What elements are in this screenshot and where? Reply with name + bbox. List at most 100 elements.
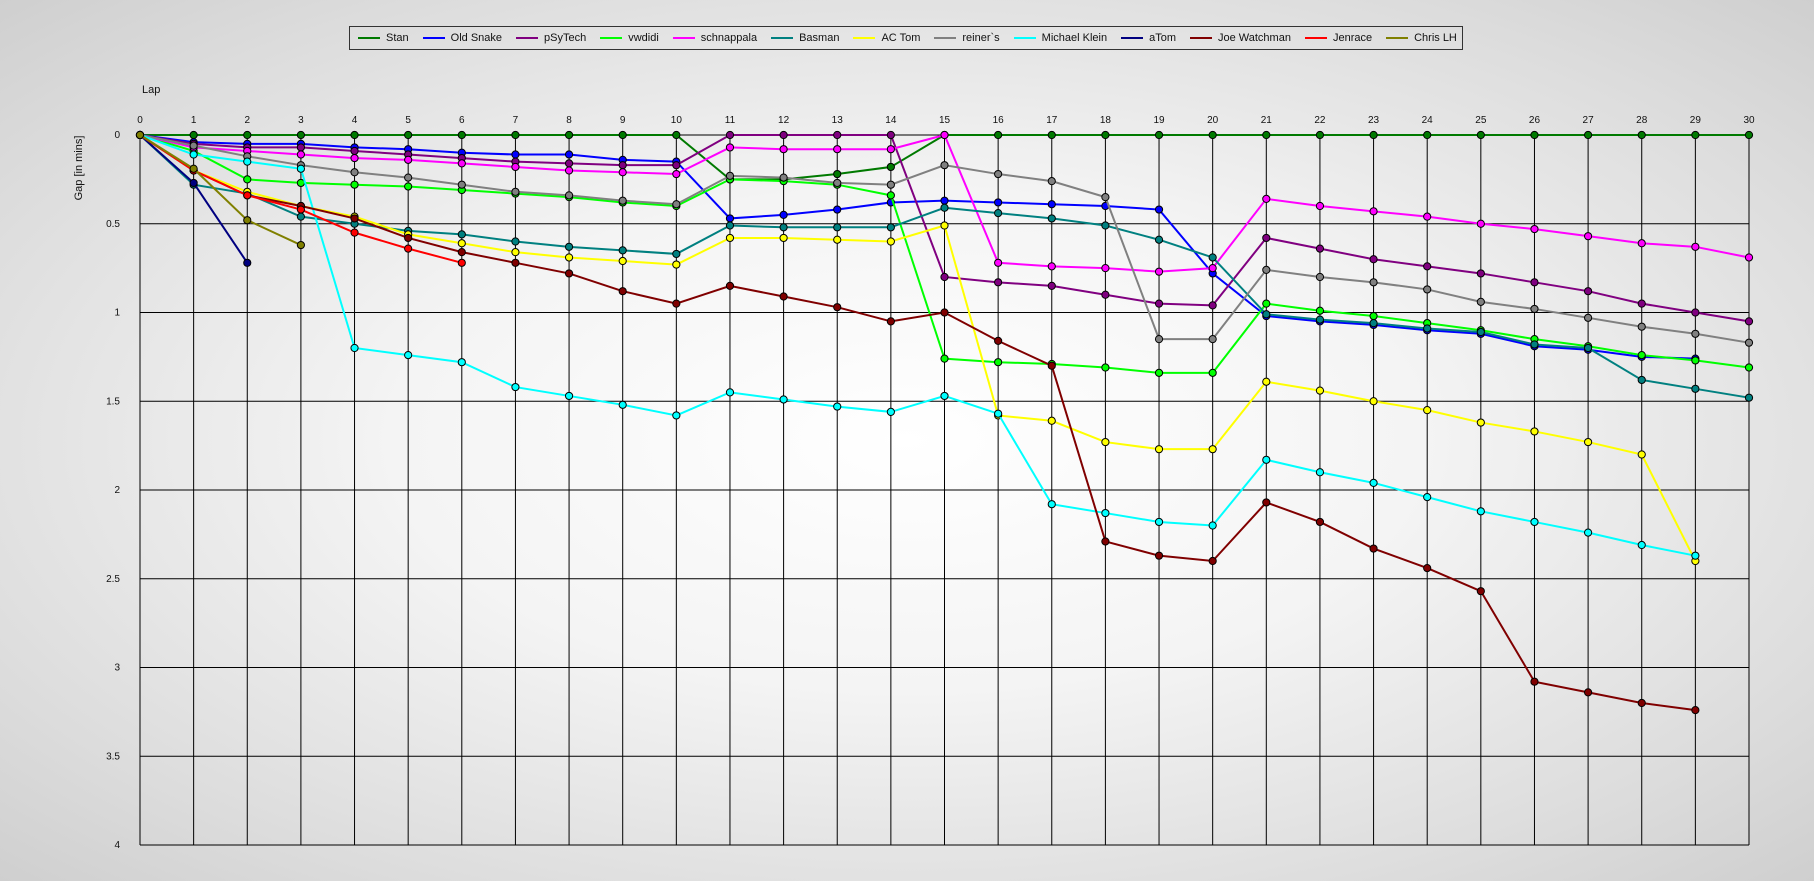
series-point-10 (350, 214, 359, 223)
series-point-10 (1154, 551, 1164, 560)
x-tick-label: 19 (1153, 115, 1165, 126)
series-point-7 (564, 191, 574, 200)
series-point-5 (833, 223, 842, 232)
series-point-7 (833, 178, 842, 188)
x-tick-label: 0 (137, 115, 143, 126)
series-point-10 (833, 303, 842, 312)
series-point-6 (1262, 377, 1271, 386)
series-point-2 (1744, 317, 1754, 326)
series-point-4 (672, 169, 681, 179)
series-point-5 (1315, 315, 1325, 324)
series-point-0 (457, 130, 466, 140)
series-point-2 (1530, 278, 1539, 287)
series-point-4 (940, 130, 949, 140)
series-point-7 (1637, 322, 1646, 331)
x-tick-label: 27 (1583, 115, 1595, 126)
legend-label: Stan (386, 32, 409, 44)
x-tick-label: 10 (671, 115, 683, 126)
series-point-5 (1691, 384, 1700, 393)
series-point-0 (511, 130, 520, 140)
legend-label: pSyTech (544, 32, 587, 44)
series-point-10 (618, 287, 627, 296)
series-point-5 (1530, 340, 1539, 349)
x-tick-label: 18 (1100, 115, 1112, 126)
series-point-10 (1423, 564, 1432, 573)
series-point-4 (618, 168, 627, 177)
series-point-6 (725, 233, 735, 243)
legend-item: aTom (1121, 32, 1176, 44)
series-point-8 (833, 402, 842, 411)
series-point-2 (1423, 262, 1432, 271)
series-point-6 (1154, 445, 1164, 454)
series-point-7 (994, 169, 1003, 179)
series-point-2 (1637, 299, 1646, 308)
series-point-2 (1315, 244, 1325, 253)
series-point-0 (1262, 130, 1271, 140)
series-point-4 (564, 166, 574, 175)
series-point-9 (243, 258, 252, 267)
series-point-7 (1262, 265, 1271, 274)
y-tick-label: 0.5 (106, 219, 120, 230)
series-point-4 (779, 145, 788, 154)
series-point-7 (672, 200, 681, 209)
series-point-3 (1262, 299, 1271, 308)
series-point-6 (457, 239, 466, 248)
legend-item: Jenrace (1304, 32, 1372, 44)
series-point-6 (1637, 450, 1646, 459)
series-point-0 (672, 130, 681, 140)
series-point-3 (1315, 306, 1325, 315)
series-point-5 (1101, 221, 1110, 230)
x-tick-label: 17 (1046, 115, 1058, 126)
series-point-4 (725, 143, 735, 152)
series-point-3 (1208, 368, 1217, 377)
series-point-6 (511, 248, 520, 257)
series-point-10 (1691, 706, 1700, 715)
series-point-4 (1369, 207, 1378, 216)
series-point-10 (1315, 517, 1325, 527)
series-point-6 (1315, 386, 1325, 395)
x-tick-label: 20 (1207, 115, 1219, 126)
series-point-2 (350, 146, 359, 156)
series-point-4 (511, 162, 520, 172)
y-tick-label: 2.5 (106, 574, 120, 585)
legend-item: Joe Watchman (1189, 32, 1291, 44)
series-point-8 (1530, 517, 1539, 527)
series-point-10 (994, 336, 1003, 345)
series-point-11 (404, 244, 413, 253)
series-point-7 (1101, 193, 1110, 202)
series-point-7 (940, 161, 949, 170)
series-point-6 (833, 235, 842, 244)
x-tick-label: 28 (1636, 115, 1648, 126)
series-point-3 (1101, 363, 1110, 372)
series-point-2 (618, 161, 627, 170)
legend-swatch (672, 37, 695, 39)
series-point-1 (564, 150, 574, 159)
series-point-6 (1369, 397, 1378, 406)
series-point-6 (1208, 445, 1217, 454)
series-point-7 (189, 141, 198, 150)
series-point-4 (1101, 264, 1110, 273)
series-point-6 (672, 260, 681, 269)
series-point-7 (457, 180, 466, 189)
x-tick-label: 25 (1475, 115, 1487, 126)
legend-item: schnappala (672, 32, 758, 44)
series-point-3 (994, 358, 1003, 367)
series-point-10 (779, 292, 788, 301)
series-point-12 (135, 130, 145, 140)
series-point-5 (1262, 310, 1271, 319)
legend-label: schnappala (700, 32, 758, 44)
legend-label: reiner`s (962, 32, 1000, 44)
series-point-2 (1262, 233, 1271, 243)
series-point-0 (618, 130, 627, 140)
series-point-2 (886, 130, 895, 140)
series-point-5 (564, 242, 574, 251)
series-point-8 (1208, 521, 1217, 530)
series-point-2 (833, 130, 842, 140)
series-point-2 (1476, 269, 1485, 278)
legend-swatch (1189, 37, 1212, 39)
series-point-10 (1637, 698, 1646, 708)
series-point-4 (1315, 201, 1325, 211)
series-point-8 (296, 164, 305, 173)
legend-swatch (853, 37, 876, 39)
legend-item: Michael Klein (1013, 32, 1107, 44)
